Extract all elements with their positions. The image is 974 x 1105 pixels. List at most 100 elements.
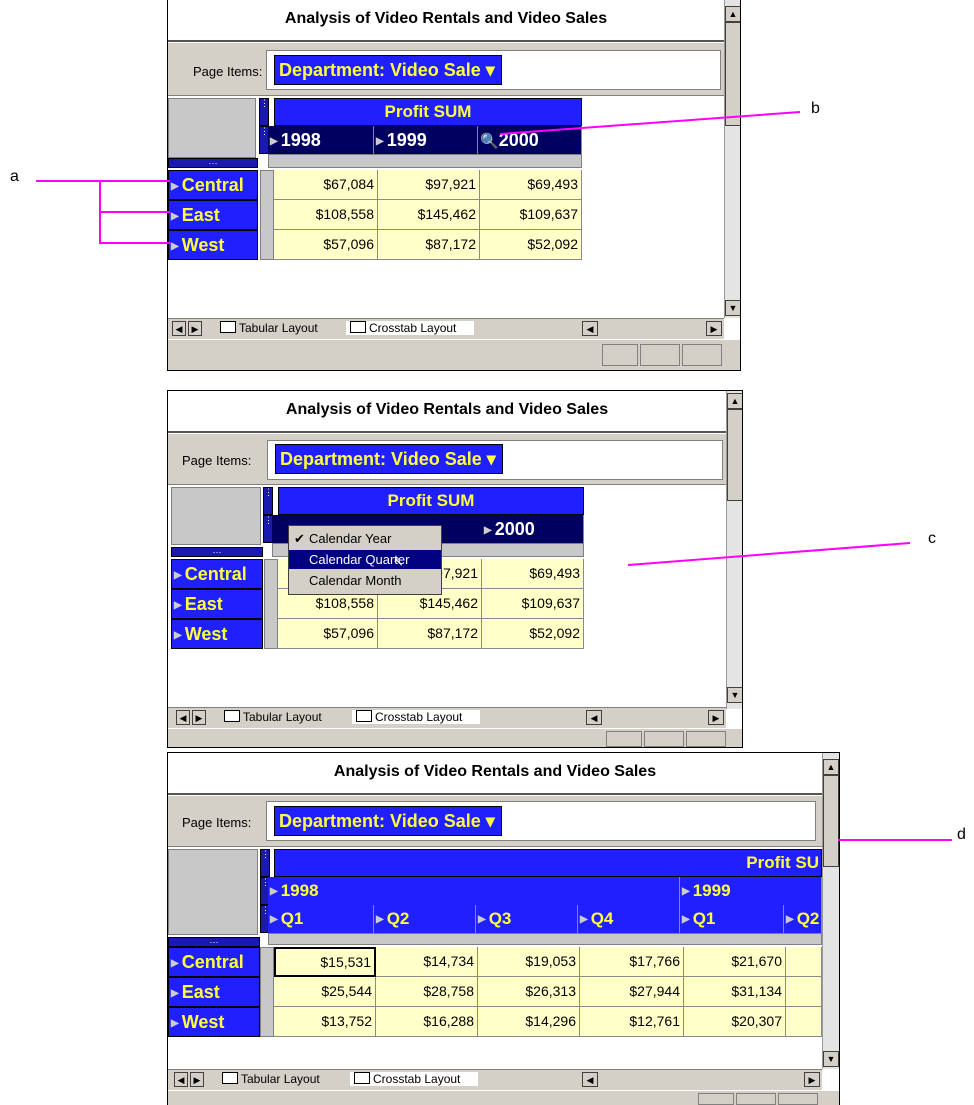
year-header-1998[interactable]: ▶ 1998 bbox=[268, 877, 680, 905]
tab-tabular-layout[interactable]: Tabular Layout bbox=[220, 321, 318, 335]
menu-item-calendar-month[interactable]: Calendar Month bbox=[289, 571, 441, 590]
tab-tabular-layout[interactable]: Tabular Layout bbox=[222, 1072, 320, 1086]
tab-crosstab-layout[interactable]: Crosstab Layout bbox=[352, 710, 481, 724]
table-icon bbox=[220, 321, 236, 333]
tab-scroll-left[interactable]: ◀ bbox=[174, 1072, 188, 1087]
data-cell[interactable]: $57,096 bbox=[274, 230, 378, 260]
data-cell[interactable]: $87,172 bbox=[378, 230, 480, 260]
data-cell[interactable]: $31,134 bbox=[684, 977, 786, 1007]
data-cell[interactable]: $14,734 bbox=[376, 947, 478, 977]
data-cell[interactable]: $52,092 bbox=[482, 619, 584, 649]
menu-item-calendar-year[interactable]: ✔ Calendar Year bbox=[289, 529, 441, 548]
data-cell[interactable]: $13,752 bbox=[274, 1007, 376, 1037]
scroll-down-button[interactable]: ▼ bbox=[823, 1051, 839, 1067]
drag-handle[interactable]: ⋮ bbox=[259, 98, 269, 126]
year-header-1998[interactable]: ▶ 1998 bbox=[268, 126, 374, 154]
row-handle[interactable]: ··· bbox=[168, 937, 260, 947]
year-header-1999[interactable]: ▶ 1999 bbox=[680, 877, 822, 905]
scroll-up-button[interactable]: ▲ bbox=[725, 6, 740, 22]
tab-scroll-right[interactable]: ▶ bbox=[190, 1072, 204, 1087]
data-cell[interactable] bbox=[786, 947, 822, 977]
department-dropdown[interactable]: Department: Video Sale ▾ bbox=[274, 806, 502, 836]
data-cell-selected[interactable]: $15,531 bbox=[274, 947, 376, 977]
data-cell[interactable]: $12,761 bbox=[580, 1007, 684, 1037]
page-items-label: Page Items: bbox=[193, 64, 263, 79]
status-panel bbox=[640, 344, 680, 366]
tab-tabular-layout[interactable]: Tabular Layout bbox=[224, 710, 322, 724]
data-cell[interactable]: $57,096 bbox=[278, 619, 378, 649]
data-cell[interactable]: $27,944 bbox=[580, 977, 684, 1007]
row-label-west[interactable]: ▶ West bbox=[168, 1007, 260, 1037]
scroll-down-button[interactable]: ▼ bbox=[727, 687, 742, 703]
data-cell[interactable]: $69,493 bbox=[482, 559, 584, 589]
data-cell[interactable]: $67,084 bbox=[274, 170, 378, 200]
hscroll-left[interactable]: ◀ bbox=[582, 1072, 598, 1087]
row-label-central[interactable]: ▶ Central bbox=[171, 559, 263, 589]
magnifier-icon: 🔍 bbox=[480, 133, 499, 150]
year-header-1999[interactable]: ▶ 1999 bbox=[374, 126, 478, 154]
department-dropdown[interactable]: Department: Video Sale ▾ bbox=[275, 444, 503, 474]
scroll-thumb[interactable] bbox=[823, 775, 839, 867]
row-label-west[interactable]: ▶ West bbox=[168, 230, 258, 260]
vertical-scrollbar[interactable]: ▲ ▼ bbox=[726, 391, 742, 709]
data-cell[interactable]: $145,462 bbox=[378, 200, 480, 230]
data-cell[interactable]: $19,053 bbox=[478, 947, 580, 977]
year-header-2000[interactable]: ▶ 2000 bbox=[482, 515, 584, 543]
row-handle[interactable]: ··· bbox=[171, 547, 263, 557]
data-cell[interactable]: $87,172 bbox=[378, 619, 482, 649]
vertical-scrollbar[interactable]: ▲ ▼ bbox=[822, 753, 839, 1069]
quarter-header-q4[interactable]: ▶ Q4 bbox=[578, 905, 680, 933]
data-cell[interactable]: $109,637 bbox=[482, 589, 584, 619]
tab-crosstab-layout[interactable]: Crosstab Layout bbox=[346, 321, 475, 335]
quarter-header-q2-1999[interactable]: ▶ Q2 bbox=[784, 905, 822, 933]
scroll-up-button[interactable]: ▲ bbox=[727, 393, 742, 409]
hscroll-right[interactable]: ▶ bbox=[706, 321, 722, 336]
year-header-2000[interactable]: 🔍2000 bbox=[478, 126, 582, 154]
data-cell[interactable]: $109,637 bbox=[480, 200, 582, 230]
menu-item-calendar-quarter[interactable]: Calendar Quarter ↖ bbox=[289, 550, 441, 569]
row-label-west[interactable]: ▶ West bbox=[171, 619, 263, 649]
tab-scroll-right[interactable]: ▶ bbox=[188, 321, 202, 336]
hscroll-right[interactable]: ▶ bbox=[804, 1072, 820, 1087]
crosstab-icon bbox=[350, 321, 366, 333]
data-cell[interactable]: $26,313 bbox=[478, 977, 580, 1007]
data-cell[interactable]: $108,558 bbox=[274, 200, 378, 230]
tab-scroll-left[interactable]: ◀ bbox=[172, 321, 186, 336]
scroll-up-button[interactable]: ▲ bbox=[823, 759, 839, 775]
row-label-central[interactable]: ▶ Central bbox=[168, 947, 260, 977]
quarter-header-q1[interactable]: ▶ Q1 bbox=[268, 905, 374, 933]
drag-handle[interactable]: ⋮ bbox=[260, 849, 270, 877]
row-label-east[interactable]: ▶ East bbox=[168, 200, 258, 230]
row-handle[interactable]: ··· bbox=[168, 158, 258, 168]
drag-handle[interactable]: ⋮ bbox=[263, 487, 273, 515]
tab-scroll-left[interactable]: ◀ bbox=[176, 710, 190, 725]
scroll-thumb[interactable] bbox=[727, 409, 742, 501]
data-cell[interactable] bbox=[786, 1007, 822, 1037]
row-label-central[interactable]: ▶ Central bbox=[168, 170, 258, 200]
data-cell[interactable]: $14,296 bbox=[478, 1007, 580, 1037]
hscroll-left[interactable]: ◀ bbox=[582, 321, 598, 336]
data-cell[interactable]: $97,921 bbox=[378, 170, 480, 200]
scroll-thumb[interactable] bbox=[725, 22, 740, 126]
data-cell[interactable]: $17,766 bbox=[580, 947, 684, 977]
data-cell[interactable]: $69,493 bbox=[480, 170, 582, 200]
data-cell[interactable]: $16,288 bbox=[376, 1007, 478, 1037]
hscroll-left[interactable]: ◀ bbox=[586, 710, 602, 725]
tab-crosstab-layout[interactable]: Crosstab Layout bbox=[350, 1072, 479, 1086]
row-label-east[interactable]: ▶ East bbox=[171, 589, 263, 619]
data-cell[interactable]: $28,758 bbox=[376, 977, 478, 1007]
data-cell[interactable]: $21,670 bbox=[684, 947, 786, 977]
row-label-east[interactable]: ▶ East bbox=[168, 977, 260, 1007]
data-cell[interactable] bbox=[786, 977, 822, 1007]
quarter-header-q2[interactable]: ▶ Q2 bbox=[374, 905, 476, 933]
data-cell[interactable]: $20,307 bbox=[684, 1007, 786, 1037]
hscroll-right[interactable]: ▶ bbox=[708, 710, 724, 725]
vertical-scrollbar[interactable]: ▲ ▼ bbox=[724, 0, 740, 318]
department-dropdown[interactable]: Department: Video Sale ▾ bbox=[274, 55, 502, 85]
quarter-header-q1-1999[interactable]: ▶ Q1 bbox=[680, 905, 784, 933]
data-cell[interactable]: $25,544 bbox=[274, 977, 376, 1007]
scroll-down-button[interactable]: ▼ bbox=[725, 300, 740, 316]
tab-scroll-right[interactable]: ▶ bbox=[192, 710, 206, 725]
quarter-header-q3[interactable]: ▶ Q3 bbox=[476, 905, 578, 933]
data-cell[interactable]: $52,092 bbox=[480, 230, 582, 260]
